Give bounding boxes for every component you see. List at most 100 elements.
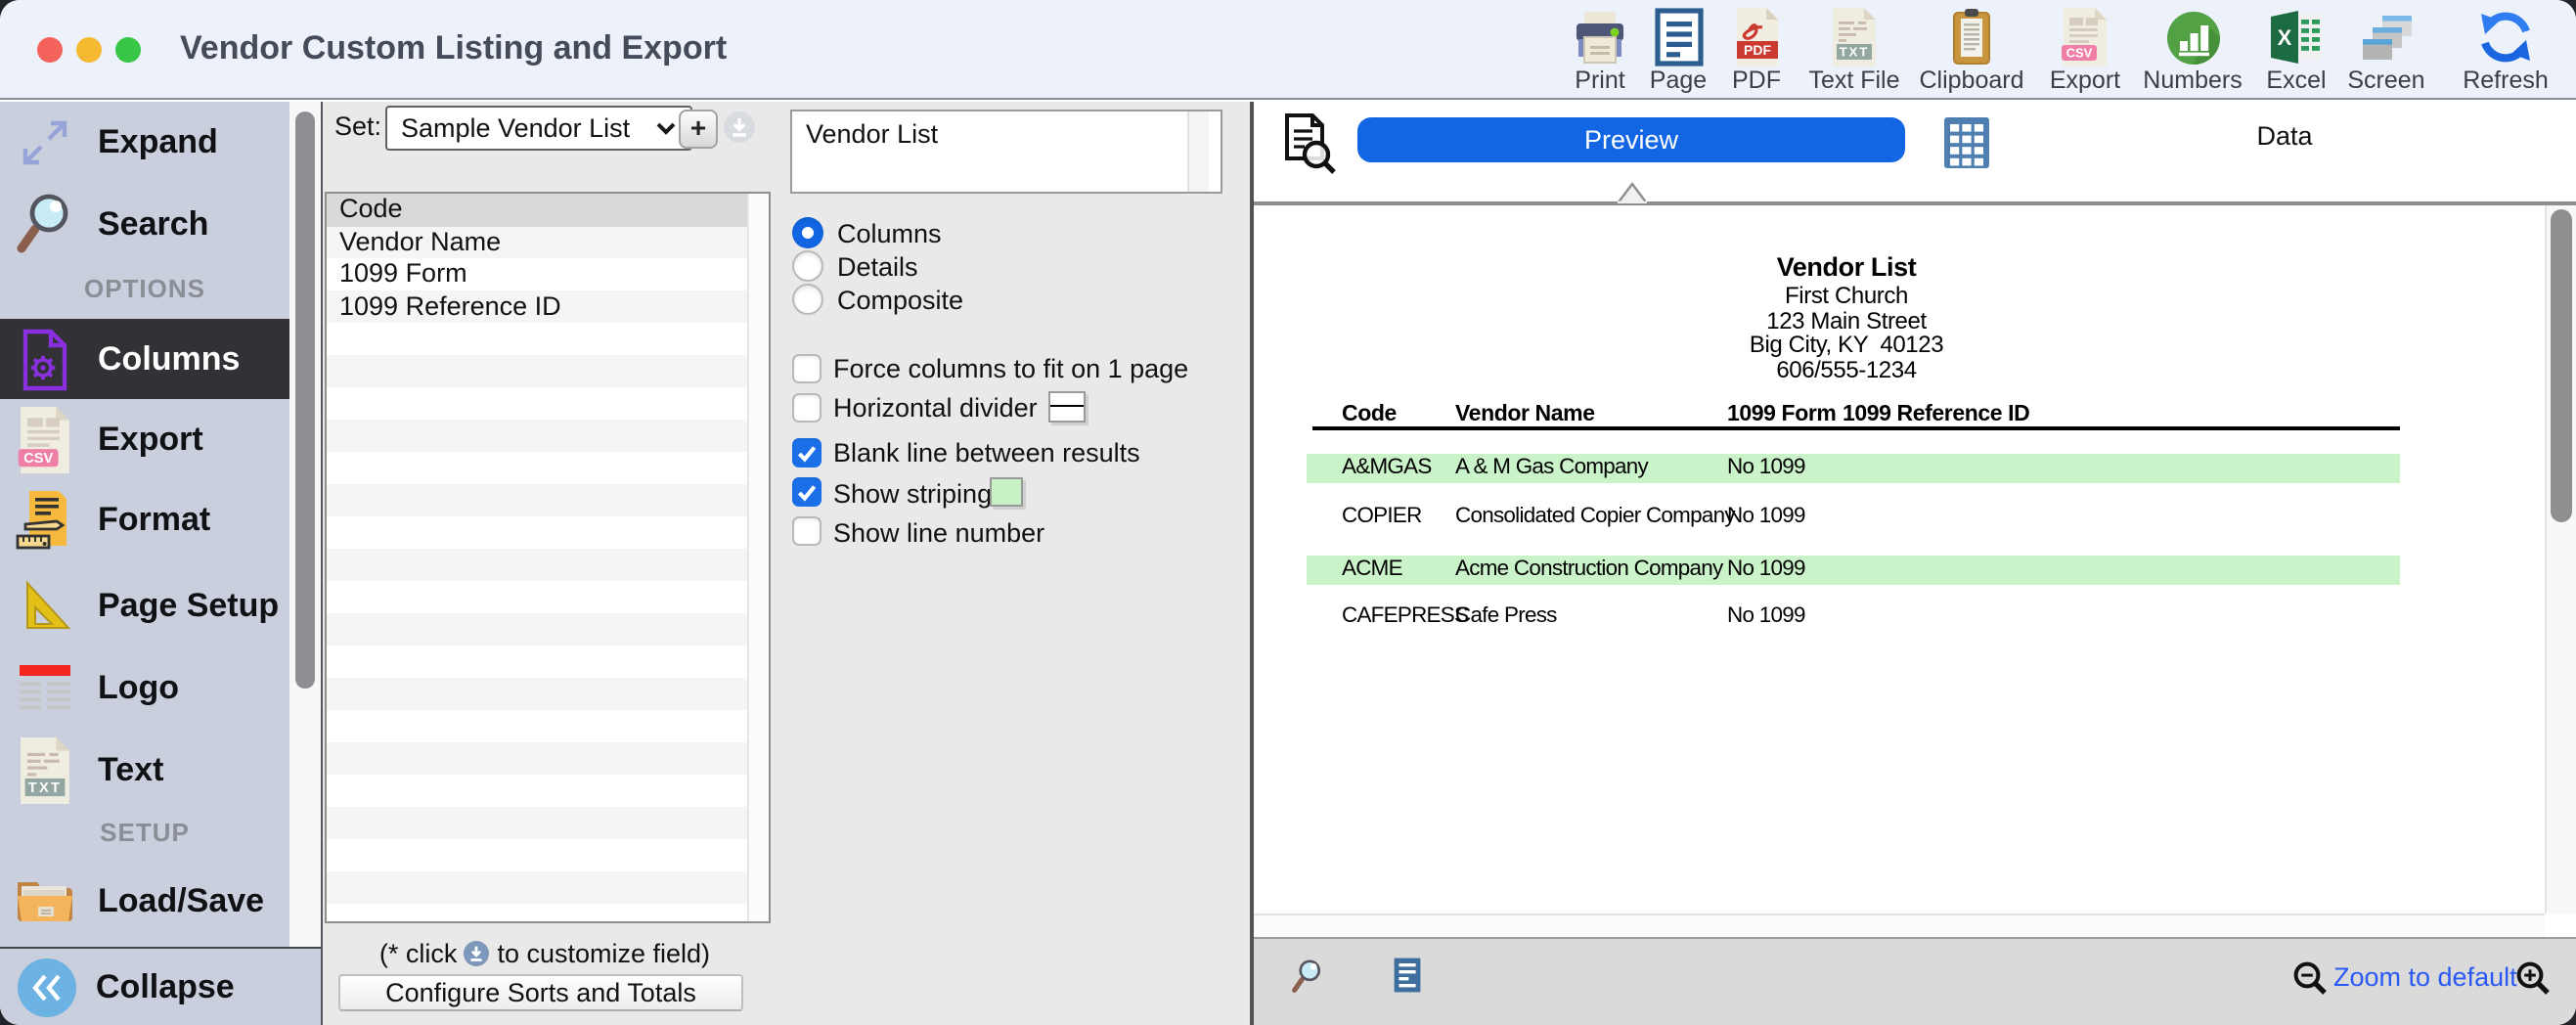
zoom-to-default-link[interactable]: Zoom to default (2333, 962, 2517, 992)
columns-gear-doc-icon (0, 328, 90, 390)
format-doc-icon (0, 487, 90, 554)
checkbox-blank-line[interactable] (792, 437, 822, 467)
numbers-chart-icon (2134, 6, 2251, 67)
textarea-scrollbar[interactable] (1187, 111, 1209, 192)
window-titlebar: Vendor Custom Listing and Export Print P… (0, 0, 2576, 100)
configure-sorts-totals-button[interactable]: Configure Sorts and Totals (338, 973, 743, 1011)
tab-preview[interactable]: Preview (1357, 117, 1905, 162)
logo-layout-icon (0, 662, 90, 713)
report-cell-code: A&MGAS (1342, 456, 1432, 479)
toolbar-clipboard-button[interactable]: Clipboard (1913, 6, 2030, 96)
sidebar-item-expand[interactable]: Expand (0, 102, 289, 184)
sidebar-item-collapse[interactable]: Collapse (0, 947, 320, 1025)
field-set-select[interactable]: Sample Vendor List (385, 106, 692, 151)
field-list-item[interactable]: 1099 Reference ID (326, 290, 760, 323)
checkbox-force-fit-label[interactable]: Force columns to fit on 1 page (833, 354, 1188, 383)
magnifier-icon[interactable] (1289, 957, 1326, 998)
toolbar-textfile-button[interactable]: TXT Text File (1796, 6, 1913, 96)
toolbar-item-label: Refresh (2447, 67, 2564, 94)
field-list-scrollbar[interactable] (746, 194, 768, 921)
add-field-set-button[interactable]: + (679, 110, 718, 149)
toolbar-item-label: Text File (1796, 67, 1913, 94)
radio-columns[interactable] (791, 217, 822, 248)
toolbar-screen-button[interactable]: Screen (2328, 6, 2445, 96)
report-cell-form: No 1099 (1727, 557, 1805, 580)
customize-field-button-disabled[interactable] (724, 111, 755, 143)
checkbox-show-striping[interactable] (792, 477, 822, 507)
report-cell-name: Acme Construction Company (1455, 557, 1723, 580)
preview-scrollbar-thumb[interactable] (2550, 209, 2571, 522)
striping-color-swatch[interactable] (990, 476, 1022, 507)
set-label: Set: (334, 111, 381, 141)
radio-composite[interactable] (791, 284, 822, 315)
minimize-window-button[interactable] (76, 36, 102, 62)
divider-style-button[interactable] (1048, 391, 1086, 423)
report-cell-code: ACME (1342, 557, 1402, 580)
data-grid-icon[interactable] (1944, 117, 1989, 168)
checkbox-show-striping-label[interactable]: Show striping (833, 478, 992, 508)
report-title-value: Vendor List (806, 118, 938, 148)
refresh-arrows-icon (2447, 6, 2564, 67)
report-column-header: Code (1342, 403, 1397, 426)
checkbox-horizontal-divider[interactable] (792, 392, 822, 422)
sidebar-item-format[interactable]: Format (0, 479, 289, 561)
report-org-line: First Church (1553, 282, 2140, 309)
report-cell-code: COPIER (1342, 505, 1422, 528)
window-title: Vendor Custom Listing and Export (180, 0, 727, 98)
field-list-item[interactable]: Vendor Name (326, 226, 760, 258)
checkbox-show-line-number-label[interactable]: Show line number (833, 517, 1044, 547)
report-org-line: 606/555-1234 (1553, 355, 2140, 382)
sidebar-item-logo[interactable]: Logo (0, 646, 289, 729)
sidebar-item-page-setup[interactable]: Page Setup (0, 565, 289, 647)
txt-file-icon: TXT (1796, 6, 1913, 67)
report-cell-name: A & M Gas Company (1455, 456, 1648, 479)
sidebar-item-search[interactable]: Search (0, 184, 289, 266)
sidebar-section-setup: SETUP (0, 818, 289, 847)
field-list[interactable]: Code Vendor Name 1099 Form 1099 Referenc… (324, 192, 770, 923)
field-set-selected-value: Sample Vendor List (401, 113, 655, 143)
field-list-item[interactable]: 1099 Form (326, 258, 760, 290)
checkbox-show-line-number[interactable] (792, 516, 822, 546)
radio-composite-label[interactable]: Composite (837, 286, 963, 315)
chevron-down-icon (655, 121, 677, 135)
sidebar-scrollbar-thumb[interactable] (294, 111, 314, 689)
checkbox-blank-line-label[interactable]: Blank line between results (833, 438, 1140, 468)
toolbar-item-label: Screen (2328, 67, 2445, 94)
checkbox-force-fit[interactable] (792, 353, 822, 382)
toolbar-numbers-button[interactable]: Numbers (2134, 6, 2251, 96)
report-title: Vendor List (1553, 252, 2140, 282)
zoom-in-icon[interactable] (2515, 960, 2551, 996)
zoom-window-button[interactable] (114, 36, 140, 62)
report-column-header: 1099 Form (1727, 403, 1836, 426)
field-list-item[interactable]: Code (326, 194, 760, 226)
preview-horizontal-scrollbar[interactable] (1253, 914, 2545, 938)
set-square-icon (0, 577, 90, 636)
page-layout-icon[interactable] (1393, 957, 1422, 994)
radio-details-label[interactable]: Details (837, 252, 918, 282)
sidebar-item-load-save[interactable]: Load/Save (0, 861, 289, 943)
print-preview-icon[interactable] (1283, 111, 1336, 174)
svg-text:CSV: CSV (23, 451, 53, 467)
report-cell-form: No 1099 (1727, 603, 1805, 627)
report-title-textarea[interactable]: Vendor List (790, 109, 1222, 194)
checkbox-horizontal-divider-label[interactable]: Horizontal divider (833, 393, 1038, 423)
radio-details[interactable] (791, 250, 822, 282)
sidebar-item-export[interactable]: CSV Export (0, 399, 289, 481)
zoom-out-icon[interactable] (2292, 960, 2328, 996)
collapse-chevrons-icon (18, 958, 76, 1017)
tab-data[interactable]: Data (2034, 121, 2535, 151)
close-window-button[interactable] (37, 36, 63, 62)
radio-columns-label[interactable]: Columns (837, 219, 942, 248)
sidebar-item-text[interactable]: TXT Text (0, 729, 289, 811)
toolbar-item-label: Numbers (2134, 67, 2251, 94)
preview-header-divider (1253, 201, 2576, 205)
sidebar-item-columns[interactable]: Columns (0, 319, 289, 399)
svg-text:TXT: TXT (28, 780, 63, 795)
csv-file-icon: CSV (0, 407, 90, 473)
folder-icon (0, 874, 90, 929)
report-org-line: Big City, KY 40123 (1553, 331, 2140, 358)
report-column-header: Vendor Name (1455, 403, 1595, 426)
toolbar-export-button[interactable]: CSV Export (2026, 6, 2144, 96)
report-cell-code: CAFEPRESS (1342, 603, 1468, 627)
toolbar-refresh-button[interactable]: Refresh (2447, 6, 2564, 96)
